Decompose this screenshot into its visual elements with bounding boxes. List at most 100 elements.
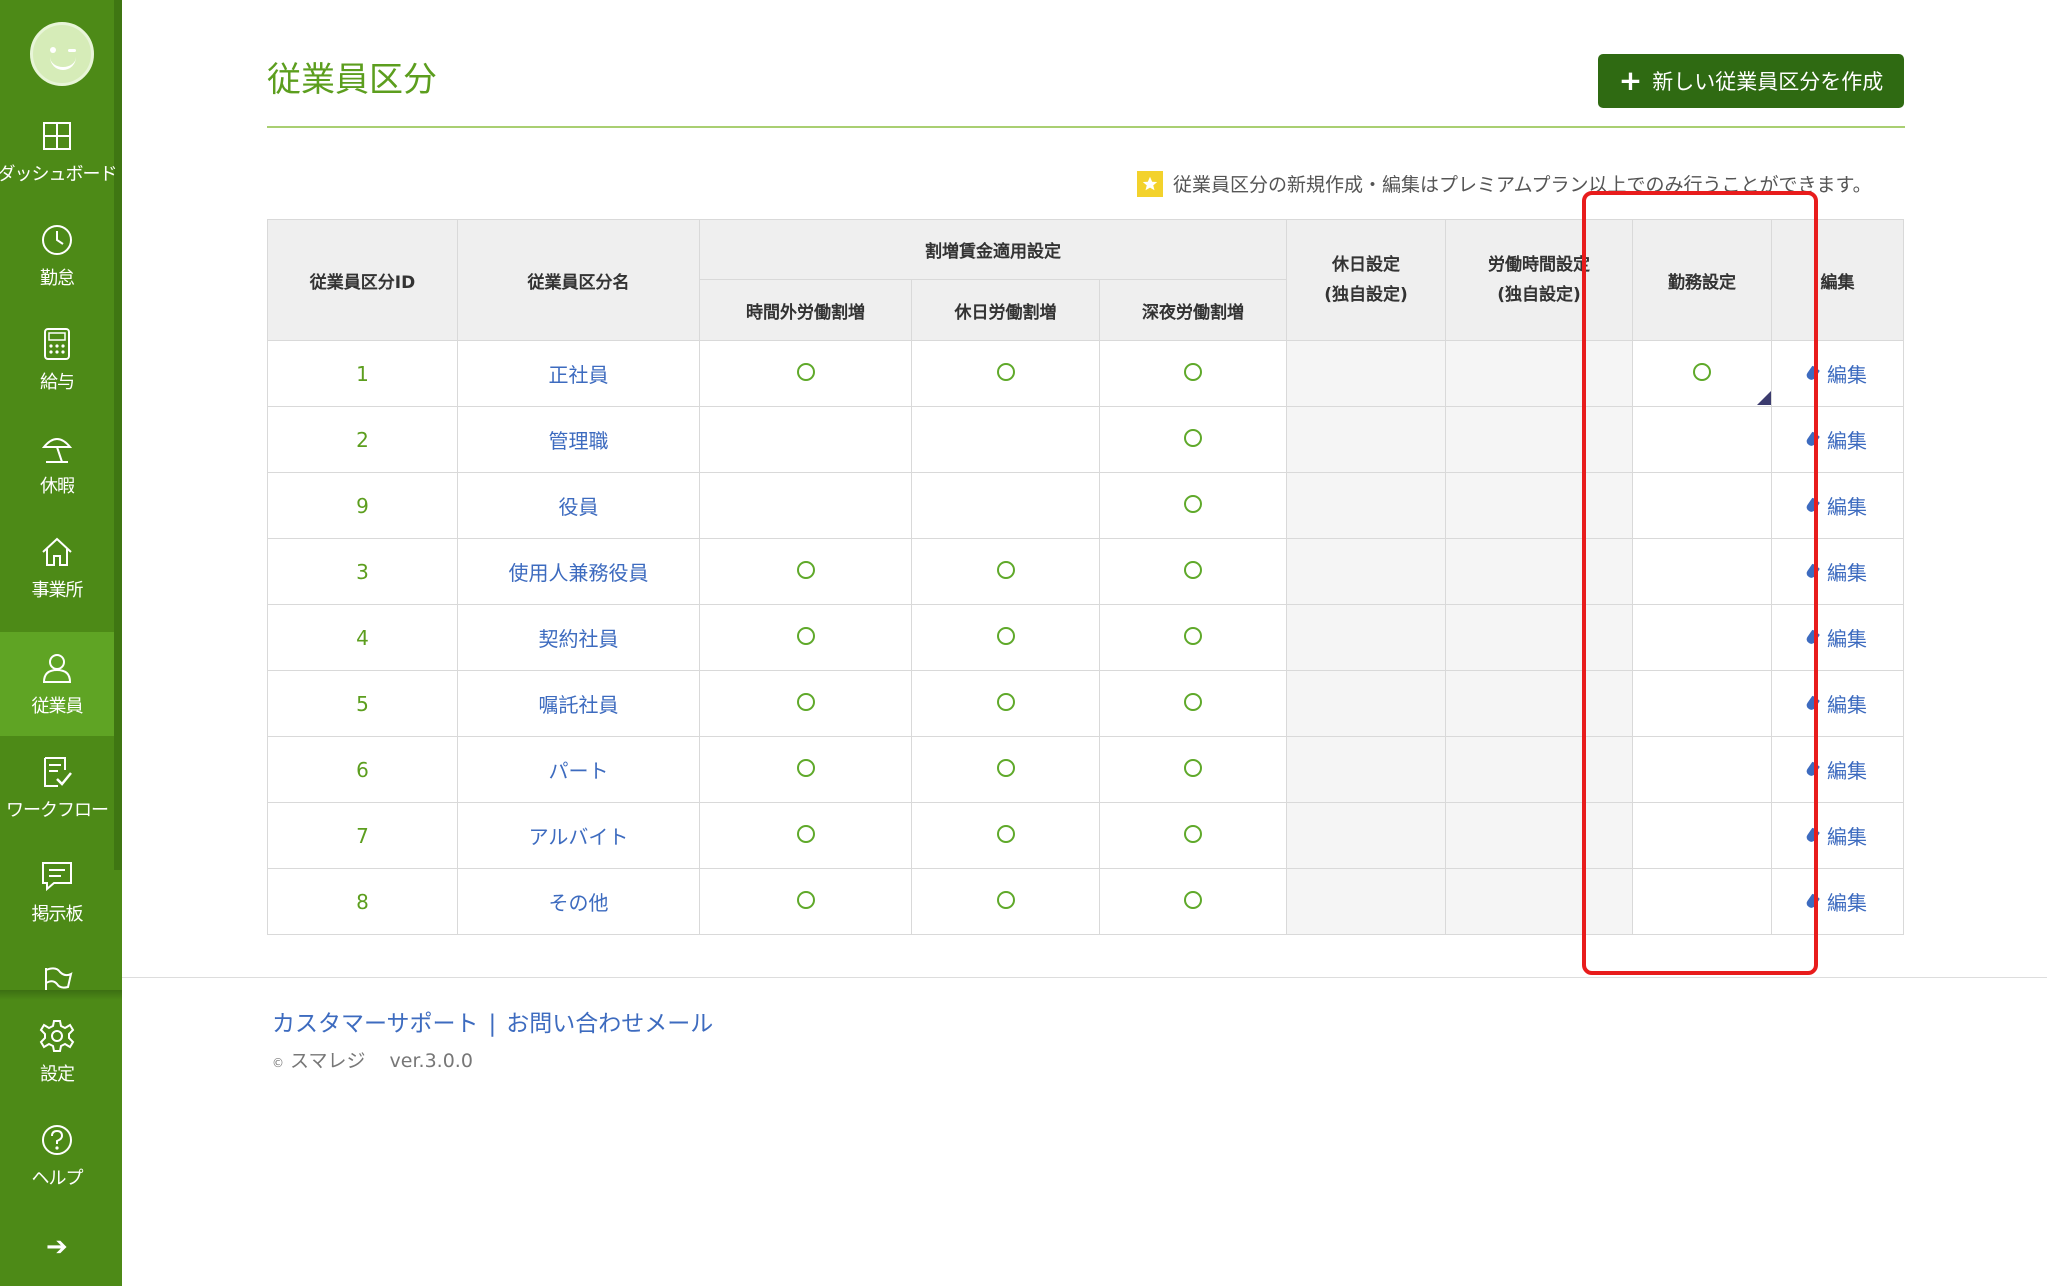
gear-icon bbox=[39, 1018, 75, 1054]
category-name-link[interactable]: 契約社員 bbox=[457, 604, 700, 671]
header-name: 従業員区分名 bbox=[457, 219, 700, 341]
sidebar-item-workflow[interactable]: ワークフロー bbox=[0, 736, 114, 840]
copyright-symbol: © bbox=[272, 1056, 284, 1070]
category-name-link[interactable]: パート bbox=[457, 736, 700, 803]
cell-overtime bbox=[699, 538, 912, 605]
enabled-circle-icon bbox=[1184, 890, 1202, 909]
category-id: 7 bbox=[267, 802, 458, 869]
footer-divider bbox=[122, 977, 2047, 978]
enabled-circle-icon bbox=[796, 758, 815, 777]
enabled-circle-icon bbox=[996, 692, 1015, 711]
avatar-eye-icon bbox=[50, 47, 56, 53]
customer-support-link[interactable]: カスタマーサポート bbox=[272, 1011, 479, 1037]
highlight-box bbox=[1582, 191, 1818, 975]
enabled-circle-icon bbox=[996, 626, 1015, 645]
enabled-circle-icon bbox=[796, 824, 815, 843]
sidebar-item-label: 従業員 bbox=[31, 696, 84, 717]
cell-holiday-setting bbox=[1286, 868, 1446, 935]
enabled-circle-icon bbox=[796, 362, 815, 381]
enabled-circle-icon bbox=[1184, 494, 1202, 513]
cell-overtime bbox=[699, 340, 912, 407]
plus-icon: + bbox=[1618, 64, 1643, 97]
header-surcharge-group: 割増賃金適用設定 bbox=[699, 219, 1287, 280]
sidebar-item-payroll[interactable]: 給与 bbox=[0, 308, 114, 412]
sidebar-item-label: 事業所 bbox=[31, 580, 84, 601]
cell-overtime bbox=[699, 736, 912, 803]
sidebar-item-dashboard[interactable]: ダッシュボード bbox=[0, 100, 118, 204]
category-name-link[interactable]: 使用人兼務役員 bbox=[457, 538, 700, 605]
cell-holiday-setting bbox=[1286, 802, 1446, 869]
category-id: 8 bbox=[267, 868, 458, 935]
cell-holiday-setting bbox=[1286, 340, 1446, 407]
category-name-link[interactable]: アルバイト bbox=[457, 802, 700, 869]
cell-holiday-work bbox=[911, 604, 1100, 671]
edit-label: 編集 bbox=[1827, 825, 1867, 849]
cell-night-work bbox=[1099, 736, 1287, 803]
title-divider bbox=[267, 126, 1905, 128]
arrow-right-icon[interactable]: ➔ bbox=[46, 1232, 68, 1262]
calculator-icon bbox=[39, 326, 75, 362]
sidebar-item-label: 勤怠 bbox=[40, 268, 75, 289]
header-holiday-setting: 休日設定 (独自設定) bbox=[1286, 219, 1446, 341]
edit-label: 編集 bbox=[1827, 693, 1867, 717]
sidebar-item-help[interactable]: ヘルプ bbox=[0, 1104, 114, 1208]
sidebar: ダッシュボード 勤怠 給与 休暇 事業所 従業員 ワークフロー 掲示板 設定 ヘ… bbox=[0, 0, 122, 1286]
sidebar-scrollbar[interactable] bbox=[114, 0, 122, 870]
enabled-circle-icon bbox=[996, 758, 1015, 777]
cell-overtime bbox=[699, 670, 912, 737]
enabled-circle-icon bbox=[796, 626, 815, 645]
contact-mail-link[interactable]: お問い合わせメール bbox=[506, 1011, 713, 1037]
cell-overtime bbox=[699, 406, 912, 473]
enabled-circle-icon bbox=[996, 560, 1015, 579]
category-name-link[interactable]: 管理職 bbox=[457, 406, 700, 473]
dashboard-icon bbox=[39, 118, 75, 154]
sidebar-item-leave[interactable]: 休暇 bbox=[0, 412, 114, 516]
edit-label: 編集 bbox=[1827, 891, 1867, 915]
cell-holiday-work bbox=[911, 406, 1100, 473]
sidebar-item-label: 設定 bbox=[40, 1064, 75, 1085]
enabled-circle-icon bbox=[796, 890, 815, 909]
cell-holiday-work bbox=[911, 802, 1100, 869]
cell-holiday-work bbox=[911, 736, 1100, 803]
enabled-circle-icon bbox=[996, 890, 1015, 909]
category-id: 4 bbox=[267, 604, 458, 671]
create-button-label: 新しい従業員区分を作成 bbox=[1652, 70, 1884, 94]
category-name-link[interactable]: その他 bbox=[457, 868, 700, 935]
category-name-link[interactable]: 正社員 bbox=[457, 340, 700, 407]
cell-night-work bbox=[1099, 670, 1287, 737]
enabled-circle-icon bbox=[1184, 560, 1202, 579]
sidebar-item-label: ワークフロー bbox=[6, 800, 109, 821]
header-id: 従業員区分ID bbox=[267, 219, 458, 341]
house-icon bbox=[39, 534, 75, 570]
sidebar-item-settings[interactable]: 設定 bbox=[0, 1000, 114, 1104]
create-employee-category-button[interactable]: + 新しい従業員区分を作成 bbox=[1598, 54, 1904, 108]
sidebar-item-employees[interactable]: 従業員 bbox=[0, 632, 114, 736]
category-id: 9 bbox=[267, 472, 458, 539]
avatar[interactable] bbox=[30, 22, 94, 86]
app-version: ver.3.0.0 bbox=[389, 1050, 473, 1072]
footer-separator: | bbox=[488, 1011, 497, 1037]
enabled-circle-icon bbox=[796, 692, 815, 711]
edit-label: 編集 bbox=[1827, 495, 1867, 519]
cell-overtime bbox=[699, 604, 912, 671]
avatar-wink-icon bbox=[68, 49, 76, 52]
parasol-icon bbox=[39, 430, 75, 466]
cell-holiday-setting bbox=[1286, 472, 1446, 539]
category-name-link[interactable]: 役員 bbox=[457, 472, 700, 539]
header-holiday-work: 休日労働割増 bbox=[911, 279, 1100, 341]
help-icon bbox=[39, 1122, 75, 1158]
sidebar-item-office[interactable]: 事業所 bbox=[0, 516, 114, 620]
sidebar-item-bulletin-board[interactable]: 掲示板 bbox=[0, 840, 114, 944]
enabled-circle-icon bbox=[1184, 362, 1202, 381]
cell-overtime bbox=[699, 802, 912, 869]
cell-holiday-work bbox=[911, 472, 1100, 539]
category-id: 6 bbox=[267, 736, 458, 803]
category-name-link[interactable]: 嘱託社員 bbox=[457, 670, 700, 737]
cell-holiday-work bbox=[911, 538, 1100, 605]
enabled-circle-icon bbox=[996, 824, 1015, 843]
category-id: 3 bbox=[267, 538, 458, 605]
checklist-icon bbox=[39, 754, 75, 790]
edit-label: 編集 bbox=[1827, 561, 1867, 585]
sidebar-item-attendance[interactable]: 勤怠 bbox=[0, 204, 114, 308]
sidebar-item-label: 休暇 bbox=[40, 476, 75, 497]
